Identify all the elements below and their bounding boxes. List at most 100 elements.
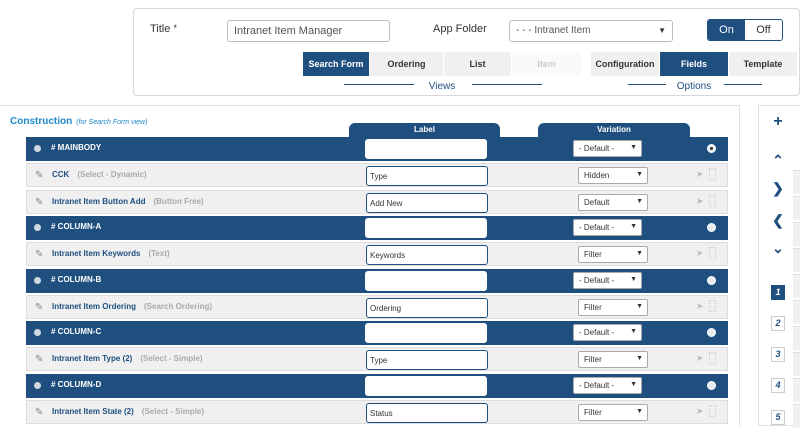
row-type: (Search Ordering) xyxy=(144,302,213,311)
row-name: # COLUMN-B xyxy=(51,275,102,284)
tab-configuration[interactable]: Configuration xyxy=(591,52,660,76)
state-toggle[interactable]: On Off xyxy=(707,19,783,41)
label-input[interactable]: Add New xyxy=(366,193,488,213)
position-row[interactable]: # COLUMN-C - Default - ▼ xyxy=(26,321,728,345)
edit-icon[interactable]: ✎ xyxy=(35,170,43,181)
position-2-button[interactable]: 2 xyxy=(771,316,785,331)
row-name: # MAINBODY xyxy=(51,143,102,152)
position-radio[interactable] xyxy=(707,328,716,337)
label-input[interactable]: Ordering xyxy=(366,298,488,318)
tab-list[interactable]: List xyxy=(444,52,512,76)
arrow-right-icon[interactable]: ➤ xyxy=(696,248,704,259)
label-input[interactable] xyxy=(365,139,487,159)
arrow-right-icon[interactable]: ➤ xyxy=(696,353,704,364)
side-strip xyxy=(793,196,800,220)
label-input[interactable]: Keywords xyxy=(366,245,488,265)
chevron-down-icon: ▼ xyxy=(636,408,643,415)
tab-ordering[interactable]: Ordering xyxy=(370,52,444,76)
position-row[interactable]: # COLUMN-D - Default - ▼ xyxy=(26,374,728,398)
variation-select[interactable]: - Default - ▼ xyxy=(573,219,642,236)
variation-select[interactable]: Filter ▼ xyxy=(578,246,648,263)
edit-icon[interactable]: ✎ xyxy=(35,354,43,365)
variation-select[interactable]: Default ▼ xyxy=(578,194,648,211)
toggle-off-button[interactable]: Off xyxy=(745,20,782,40)
label-input[interactable] xyxy=(365,376,487,396)
edit-icon[interactable]: ✎ xyxy=(35,407,43,418)
tab-fields[interactable]: Fields xyxy=(660,52,729,76)
variation-select[interactable]: - Default - ▼ xyxy=(573,324,642,341)
side-strip xyxy=(793,300,800,324)
position-radio[interactable] xyxy=(707,276,716,285)
label-input[interactable]: Type xyxy=(366,166,488,186)
field-row[interactable]: ✎ CCK (Select - Dynamic) Type Hidden ▼ ➤ xyxy=(26,163,728,187)
drag-handle-icon[interactable] xyxy=(709,300,716,312)
field-row[interactable]: ✎ Intranet Item Type (2) (Select - Simple)… xyxy=(26,347,728,371)
views-divider-right xyxy=(472,84,542,85)
options-divider-left xyxy=(628,84,666,85)
position-row[interactable]: # MAINBODY - Default - ▼ xyxy=(26,137,728,161)
edit-icon[interactable]: ✎ xyxy=(35,197,43,208)
toggle-on-button[interactable]: On xyxy=(708,20,745,40)
row-type: (Select - Simple) xyxy=(140,354,203,363)
label-input[interactable]: Status xyxy=(366,403,488,423)
label-input[interactable] xyxy=(365,323,487,343)
field-row[interactable]: ✎ Intranet Item Button Add (Button Free) Ad… xyxy=(26,190,728,214)
options-tabs: Configuration Fields Template xyxy=(591,52,798,76)
drag-handle-icon[interactable] xyxy=(709,247,716,259)
move-down-icon[interactable]: ⌄ xyxy=(770,240,786,257)
drag-handle-icon[interactable] xyxy=(709,405,716,417)
label-input[interactable] xyxy=(365,271,487,291)
arrow-right-icon[interactable]: ➤ xyxy=(696,406,704,417)
move-right-icon[interactable]: ❯ xyxy=(770,180,786,197)
position-radio[interactable] xyxy=(707,144,716,153)
label-column-header: Label xyxy=(349,123,500,137)
chevron-down-icon: ▼ xyxy=(630,144,637,151)
arrow-right-icon[interactable]: ➤ xyxy=(696,196,704,207)
label-input[interactable]: Type xyxy=(366,350,488,370)
position-4-button[interactable]: 4 xyxy=(771,378,785,393)
move-up-icon[interactable]: ⌃ xyxy=(770,152,786,169)
move-left-icon[interactable]: ❮ xyxy=(770,212,786,229)
add-icon[interactable]: + xyxy=(770,113,786,131)
side-strip xyxy=(793,352,800,376)
position-1-button[interactable]: 1 xyxy=(771,285,785,300)
position-row[interactable]: # COLUMN-B - Default - ▼ xyxy=(26,269,728,293)
drag-handle-icon[interactable] xyxy=(709,352,716,364)
row-name: Intranet Item State (2) (Select - Simple) xyxy=(52,407,205,416)
chevron-down-icon: ▼ xyxy=(636,171,643,178)
edit-icon[interactable]: ✎ xyxy=(35,302,43,313)
views-tabs: Search Form Ordering List Item xyxy=(303,52,582,76)
field-row[interactable]: ✎ Intranet Item Ordering (Search Ordering)… xyxy=(26,295,728,319)
title-input[interactable]: Intranet Item Manager xyxy=(227,20,390,42)
position-row[interactable]: # COLUMN-A - Default - ▼ xyxy=(26,216,728,240)
drag-handle-icon[interactable] xyxy=(709,195,716,207)
variation-select[interactable]: Filter ▼ xyxy=(578,404,648,421)
drag-handle-icon[interactable] xyxy=(709,168,716,180)
field-row[interactable]: ✎ Intranet Item Keywords (Text) Keywords Fil… xyxy=(26,242,728,266)
variation-select[interactable]: Hidden ▼ xyxy=(578,167,648,184)
variation-select[interactable]: - Default - ▼ xyxy=(573,272,642,289)
arrow-right-icon[interactable]: ➤ xyxy=(696,301,704,312)
chevron-down-icon: ▼ xyxy=(630,276,637,283)
row-type: (Button Free) xyxy=(153,197,204,206)
chevron-down-icon: ▼ xyxy=(630,223,637,230)
row-name: CCK (Select - Dynamic) xyxy=(52,170,147,179)
variation-select[interactable]: Filter ▼ xyxy=(578,351,648,368)
label-input[interactable] xyxy=(365,218,487,238)
edit-icon[interactable]: ✎ xyxy=(35,249,43,260)
field-row[interactable]: ✎ Intranet Item State (2) (Select - Simple… xyxy=(26,400,728,424)
variation-select[interactable]: - Default - ▼ xyxy=(573,140,642,157)
tab-template[interactable]: Template xyxy=(729,52,798,76)
arrow-right-icon[interactable]: ➤ xyxy=(696,169,704,180)
row-type: (Select - Dynamic) xyxy=(77,170,147,179)
position-5-button[interactable]: 5 xyxy=(771,410,785,425)
tab-search-form[interactable]: Search Form xyxy=(303,52,370,76)
side-strip xyxy=(793,326,800,350)
position-radio[interactable] xyxy=(707,381,716,390)
position-3-button[interactable]: 3 xyxy=(771,347,785,362)
options-divider-right xyxy=(724,84,762,85)
position-radio[interactable] xyxy=(707,223,716,232)
variation-select[interactable]: - Default - ▼ xyxy=(573,377,642,394)
app-folder-select[interactable]: - - - Intranet Item ▼ xyxy=(509,20,673,42)
variation-select[interactable]: Filter ▼ xyxy=(578,299,648,316)
